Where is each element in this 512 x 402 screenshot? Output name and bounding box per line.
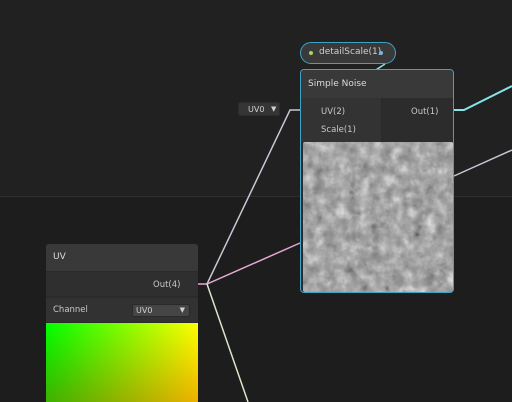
uv-channel-row: Channel UV0 ▼ (46, 298, 198, 322)
noise-input-uv[interactable]: UV(2) (321, 107, 345, 117)
property-node-detailscale[interactable]: detailScale(1) (300, 42, 396, 64)
shader-graph-canvas[interactable]: detailScale(1) UV0 ▼ Simple Noise UV(2) … (0, 0, 512, 402)
simple-noise-node[interactable]: Simple Noise UV(2) Scale(1) Out(1) (300, 69, 454, 293)
uv-preview-overlay (46, 323, 198, 402)
noise-uv-inline-dropdown[interactable]: UV0 ▼ (238, 102, 280, 116)
noise-output-ports: Out(1) (382, 98, 453, 142)
noise-input-scale[interactable]: Scale(1) (321, 125, 356, 135)
wire-noise-out[interactable] (446, 85, 512, 111)
uv-output-out[interactable]: Out(4) (153, 280, 180, 290)
uv-node[interactable]: UV Out(4) Channel UV0 ▼ (46, 244, 198, 402)
wire-uv-to-noise-uv[interactable] (206, 109, 306, 285)
uv-node-title: UV (53, 252, 66, 262)
uv-node-header[interactable]: UV (46, 244, 198, 271)
property-output-port-icon[interactable] (379, 51, 383, 55)
uv-channel-label: Channel (53, 305, 88, 315)
property-label: detailScale(1) (319, 47, 382, 57)
uv-preview-image (46, 323, 198, 402)
noise-uv-inline-value: UV0 (248, 105, 265, 114)
wire-noise-preview-right[interactable] (453, 149, 512, 177)
wire-uv-out-pink[interactable] (188, 242, 301, 285)
uv-output-row: Out(4) (46, 272, 198, 296)
caret-down-icon: ▼ (179, 306, 185, 314)
caret-down-icon: ▼ (271, 105, 277, 113)
noise-output-out[interactable]: Out(1) (411, 107, 438, 117)
noise-input-ports: UV(2) Scale(1) (301, 98, 381, 142)
noise-node-header[interactable]: Simple Noise (301, 70, 453, 98)
noise-node-title: Simple Noise (308, 79, 367, 89)
uv-channel-value: UV0 (136, 306, 153, 315)
wire-uv-out-down[interactable] (206, 283, 249, 402)
uv-channel-dropdown[interactable]: UV0 ▼ (132, 304, 190, 317)
property-exposed-icon (309, 51, 313, 55)
noise-preview-image (303, 142, 453, 292)
